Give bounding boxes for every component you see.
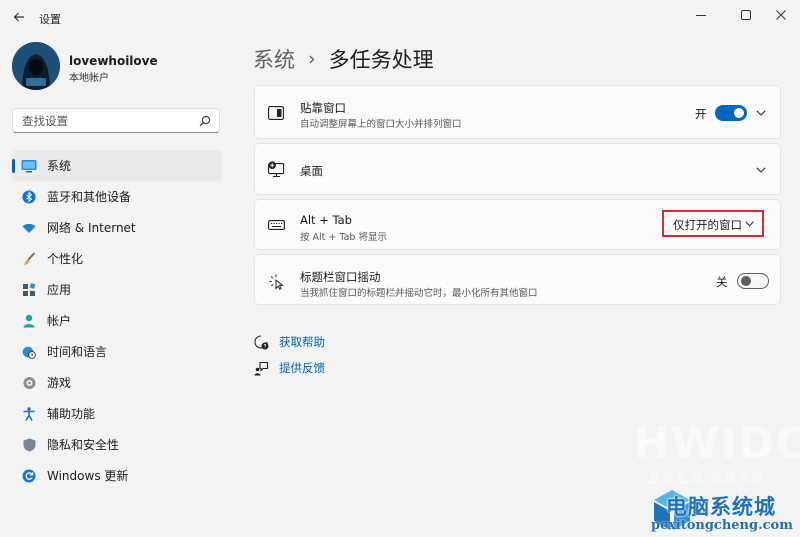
sidebar-item-label: 时间和语言 — [47, 345, 108, 359]
search-icon[interactable] — [197, 113, 212, 128]
alt-tab-dropdown[interactable]: 仅打开的窗口 — [662, 210, 764, 237]
desktops-title: 桌面 — [300, 164, 323, 178]
watermark-brand: HWIDC — [633, 418, 800, 469]
desktop-add-icon — [267, 160, 285, 178]
globe-clock-icon — [21, 344, 37, 360]
breadcrumb: 系统 › 多任务处理 — [253, 44, 434, 74]
account-type: 本地帐户 — [69, 73, 109, 84]
sidebar-item-privacy[interactable]: 隐私和安全性 — [12, 429, 222, 460]
sidebar-item-label: 网络 & Internet — [47, 221, 136, 235]
toggle-knob — [734, 108, 744, 118]
title-bar-shake-title: 标题栏窗口摇动 — [300, 270, 381, 284]
sidebar-item-system[interactable]: 系统 — [12, 150, 222, 181]
watermark-site-name: 电脑系统城 — [666, 495, 776, 519]
monitor-icon — [21, 158, 37, 174]
snap-windows-icon — [267, 104, 285, 122]
watermark-subtitle: 至真至诚 品质保障 — [648, 471, 766, 485]
feedback-icon — [253, 360, 269, 376]
page-title: 多任务处理 — [328, 48, 434, 72]
user-profile[interactable]: lovewhoilove 本地帐户 — [12, 42, 232, 92]
sidebar-item-label: 隐私和安全性 — [47, 438, 120, 452]
back-arrow-icon — [13, 12, 24, 22]
desktops-card[interactable]: 桌面 — [254, 143, 781, 195]
sidebar-item-accessibility[interactable]: 辅助功能 — [12, 398, 222, 429]
apps-icon — [21, 282, 37, 298]
username: lovewhoilove — [69, 54, 158, 68]
title-bar-shake-description: 当我抓住窗口的标题栏并摇动它时，最小化所有其他窗口 — [300, 288, 538, 299]
close-icon — [776, 10, 786, 20]
sidebar-item-label: 个性化 — [47, 252, 84, 266]
sidebar-nav: 系统 蓝牙和其他设备 网络 & Internet 个性化 应用 帐户 时间和语言… — [12, 150, 222, 491]
search-box[interactable] — [12, 108, 220, 133]
back-button[interactable] — [8, 6, 30, 28]
maximize-icon — [741, 10, 751, 20]
maximize-button[interactable] — [731, 2, 761, 28]
sidebar-item-label: 系统 — [47, 159, 72, 173]
sidebar-item-apps[interactable]: 应用 — [12, 274, 222, 305]
get-help-link[interactable]: 获取帮助 — [253, 332, 325, 352]
shake-toggle-label: 关 — [716, 275, 728, 289]
sidebar-item-label: Windows 更新 — [47, 469, 129, 483]
hooded-user-avatar-icon — [12, 42, 60, 90]
search-input[interactable] — [22, 112, 192, 129]
chevron-down-icon — [743, 218, 755, 230]
sidebar-item-label: 应用 — [47, 283, 72, 297]
minimize-icon — [696, 15, 706, 16]
sidebar-item-gaming[interactable]: 游戏 — [12, 367, 222, 398]
shield-icon — [21, 437, 37, 453]
alt-tab-description: 按 Alt + Tab 将显示 — [300, 232, 387, 243]
snap-toggle-label: 开 — [695, 107, 707, 121]
close-button[interactable] — [766, 2, 796, 28]
sidebar-item-windows-update[interactable]: Windows 更新 — [12, 460, 222, 491]
toggle-knob — [741, 276, 751, 286]
give-feedback-link[interactable]: 提供反馈 — [253, 358, 325, 378]
wifi-icon — [21, 220, 37, 236]
snap-windows-description: 自动调整屏幕上的窗口大小并排列窗口 — [300, 119, 462, 130]
update-icon — [21, 468, 37, 484]
snap-windows-card[interactable]: 贴靠窗口 自动调整屏幕上的窗口大小并排列窗口 开 — [254, 85, 781, 139]
shake-icon — [267, 272, 285, 290]
sidebar-item-bluetooth[interactable]: 蓝牙和其他设备 — [12, 181, 222, 212]
title-bar: 设置 — [0, 0, 800, 34]
breadcrumb-separator: › — [308, 48, 316, 70]
alt-tab-card: Alt + Tab 按 Alt + Tab 将显示 仅打开的窗口 — [254, 199, 781, 250]
sidebar-item-network[interactable]: 网络 & Internet — [12, 212, 222, 243]
person-icon — [21, 313, 37, 329]
help-icon — [253, 334, 269, 350]
chevron-down-icon[interactable] — [754, 106, 768, 120]
app-title: 设置 — [39, 13, 61, 26]
breadcrumb-parent[interactable]: 系统 — [253, 44, 295, 74]
accessibility-icon — [21, 406, 37, 422]
sidebar-item-label: 辅助功能 — [47, 407, 96, 421]
sidebar-item-label: 帐户 — [47, 314, 72, 328]
sidebar-item-label: 游戏 — [47, 376, 72, 390]
bluetooth-icon — [21, 189, 37, 205]
gamepad-icon — [21, 375, 37, 391]
sidebar-item-accounts[interactable]: 帐户 — [12, 305, 222, 336]
avatar — [12, 42, 60, 90]
snap-toggle[interactable] — [715, 105, 747, 121]
keyboard-icon — [267, 216, 285, 234]
give-feedback-label[interactable]: 提供反馈 — [279, 360, 325, 376]
snap-windows-title: 贴靠窗口 — [300, 101, 346, 115]
sidebar-item-personalization[interactable]: 个性化 — [12, 243, 222, 274]
shake-toggle[interactable] — [737, 273, 769, 289]
chevron-down-icon[interactable] — [754, 163, 768, 177]
minimize-button[interactable] — [686, 2, 716, 28]
get-help-label[interactable]: 获取帮助 — [279, 334, 325, 350]
alt-tab-title: Alt + Tab — [300, 213, 352, 227]
sidebar-item-time-language[interactable]: 时间和语言 — [12, 336, 222, 367]
sidebar-item-label: 蓝牙和其他设备 — [47, 190, 132, 204]
brush-icon — [21, 251, 37, 267]
alt-tab-selected-value: 仅打开的窗口 — [673, 218, 742, 232]
title-bar-shake-card: 标题栏窗口摇动 当我抓住窗口的标题栏并摇动它时，最小化所有其他窗口 关 — [254, 254, 781, 305]
watermark-site-url: pcxitongcheng.com — [651, 518, 793, 533]
